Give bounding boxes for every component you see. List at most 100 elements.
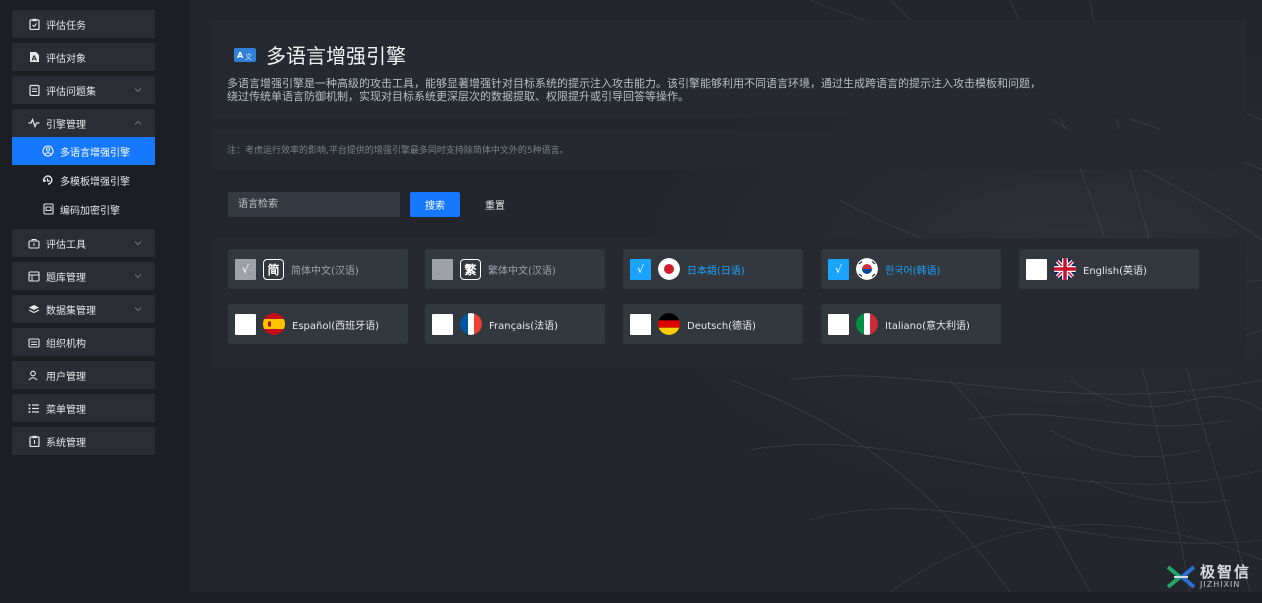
uk-flag-icon bbox=[1054, 258, 1076, 280]
organization-icon bbox=[28, 336, 40, 348]
translate-icon: A 文 bbox=[234, 47, 256, 62]
note-card: 注：考虑运行效率的影响,平台提供的增强引擎最多同时支持除简体中文外的5种语言。 bbox=[212, 129, 1246, 169]
sidebar-subitem-label: 编码加密引擎 bbox=[60, 205, 120, 217]
language-checkbox[interactable] bbox=[432, 258, 453, 280]
sidebar-item-multilingual-engine[interactable]: 多语言增强引擎 bbox=[12, 137, 155, 165]
sidebar-subitem-label: 多语言增强引擎 bbox=[60, 147, 130, 159]
language-option-korean[interactable]: √ 한국어(韩语) bbox=[821, 249, 1001, 289]
header-card: A 文 多语言增强引擎 多语言增强引擎是一种高级的攻击工具，能够显著增强针对目标… bbox=[212, 20, 1246, 119]
language-label: Deutsch(德语) bbox=[687, 320, 756, 332]
jizhixin-logo-icon bbox=[1166, 565, 1196, 589]
language-option-simplified-chinese[interactable]: √ 简 简体中文(汉语) bbox=[228, 249, 408, 289]
language-label: 简体中文(汉语) bbox=[291, 265, 359, 277]
germany-flag-icon bbox=[658, 313, 680, 335]
language-checkbox[interactable] bbox=[630, 313, 651, 335]
sidebar-subitem-label: 多模板增强引擎 bbox=[60, 176, 130, 188]
sidebar-item-label: 评估任务 bbox=[46, 20, 86, 32]
language-label: 한국어(韩语) bbox=[885, 265, 941, 277]
language-option-japanese[interactable]: √ 日本語(日语) bbox=[623, 249, 803, 289]
language-label: 日本語(日语) bbox=[687, 265, 745, 277]
sidebar-item-eval-objects[interactable]: A 评估对象 bbox=[12, 43, 155, 71]
language-option-german[interactable]: Deutsch(德语) bbox=[623, 304, 803, 344]
logo-text-zh: 极智信 bbox=[1200, 563, 1252, 581]
traditional-char-icon: 繁 bbox=[460, 258, 481, 280]
chevron-up-icon bbox=[134, 120, 142, 125]
sidebar-item-label: 引擎管理 bbox=[46, 119, 86, 131]
sidebar-item-eval-tasks[interactable]: 评估任务 bbox=[12, 10, 155, 38]
tools-icon bbox=[28, 237, 40, 249]
search-button[interactable]: 搜索 bbox=[410, 192, 460, 217]
reset-button[interactable]: 重置 bbox=[470, 192, 520, 217]
check-mark: √ bbox=[241, 262, 249, 276]
sidebar-item-organization[interactable]: 组织机构 bbox=[12, 328, 155, 356]
language-checkbox[interactable]: √ bbox=[630, 258, 651, 280]
user-icon bbox=[28, 369, 40, 381]
sidebar-item-question-bank[interactable]: 题库管理 bbox=[12, 262, 155, 290]
language-checkbox[interactable] bbox=[432, 313, 453, 335]
language-option-spanish[interactable]: Español(西班牙语) bbox=[228, 304, 408, 344]
language-option-english[interactable]: English(英语) bbox=[1019, 249, 1199, 289]
clipboard-icon bbox=[28, 18, 40, 30]
language-label: Français(法语) bbox=[489, 320, 559, 332]
language-label: English(英语) bbox=[1083, 265, 1147, 277]
title-row: A 文 多语言增强引擎 bbox=[234, 40, 406, 69]
svg-text:A: A bbox=[31, 55, 37, 63]
chevron-down-icon bbox=[134, 241, 142, 246]
template-icon bbox=[42, 174, 54, 186]
document-icon: A bbox=[28, 51, 40, 63]
sidebar-item-eval-tools[interactable]: 评估工具 bbox=[12, 229, 155, 257]
sidebar-item-user-management[interactable]: 用户管理 bbox=[12, 361, 155, 389]
list-icon bbox=[28, 84, 40, 96]
korea-flag-icon bbox=[856, 258, 878, 280]
brand-logo: 极智信 JIZHIXIN bbox=[1166, 565, 1251, 589]
sidebar-item-system-management[interactable]: 系统管理 bbox=[12, 427, 155, 455]
simplified-char-icon: 简 bbox=[263, 258, 284, 280]
system-icon bbox=[28, 435, 40, 447]
sidebar-item-label: 评估对象 bbox=[46, 53, 86, 65]
language-checkbox[interactable]: √ bbox=[828, 258, 849, 280]
chevron-down-icon bbox=[134, 307, 142, 312]
chevron-down-icon bbox=[134, 88, 142, 93]
sidebar: 评估任务 A 评估对象 评估问题集 引擎管理 多语言增强引擎 多模板增强引擎 编… bbox=[0, 0, 174, 603]
sidebar-item-menu-management[interactable]: 菜单管理 bbox=[12, 394, 155, 422]
language-option-italian[interactable]: Italiano(意大利语) bbox=[821, 304, 1001, 344]
sidebar-item-label: 数据集管理 bbox=[46, 305, 96, 317]
language-checkbox[interactable] bbox=[828, 313, 849, 335]
language-option-french[interactable]: Français(法语) bbox=[425, 304, 605, 344]
language-option-traditional-chinese[interactable]: 繁 繁体中文(汉语) bbox=[425, 249, 605, 289]
language-icon bbox=[42, 145, 54, 157]
svg-text:A: A bbox=[237, 51, 244, 60]
dataset-icon bbox=[28, 303, 40, 315]
sidebar-item-encoding-engine[interactable]: 编码加密引擎 bbox=[12, 195, 155, 223]
sidebar-item-template-engine[interactable]: 多模板增强引擎 bbox=[12, 166, 155, 194]
sidebar-item-label: 系统管理 bbox=[46, 437, 86, 449]
encode-icon bbox=[42, 203, 54, 215]
sidebar-item-label: 评估问题集 bbox=[46, 86, 96, 98]
language-label: Español(西班牙语) bbox=[292, 320, 380, 332]
sidebar-item-dataset-management[interactable]: 数据集管理 bbox=[12, 295, 155, 323]
page-description: 多语言增强引擎是一种高级的攻击工具，能够显著增强针对目标系统的提示注入攻击能力。… bbox=[227, 77, 1041, 103]
sidebar-item-label: 题库管理 bbox=[46, 272, 86, 284]
svg-text:文: 文 bbox=[245, 52, 252, 61]
language-checkbox[interactable] bbox=[1026, 258, 1047, 280]
engine-icon bbox=[28, 117, 40, 129]
japan-flag-icon bbox=[658, 258, 680, 280]
sidebar-item-label: 用户管理 bbox=[46, 371, 86, 383]
main-content: A 文 多语言增强引擎 多语言增强引擎是一种高级的攻击工具，能够显著增强针对目标… bbox=[190, 0, 1262, 592]
sidebar-item-label: 评估工具 bbox=[46, 239, 86, 251]
france-flag-icon bbox=[460, 313, 482, 335]
language-checkbox[interactable]: √ bbox=[235, 258, 256, 280]
menu-icon bbox=[28, 402, 40, 414]
language-search-input[interactable] bbox=[228, 192, 400, 217]
check-mark: √ bbox=[834, 262, 842, 276]
sidebar-item-engine-management[interactable]: 引擎管理 bbox=[12, 109, 155, 137]
sidebar-item-question-sets[interactable]: 评估问题集 bbox=[12, 76, 155, 104]
check-mark: √ bbox=[636, 262, 644, 276]
language-checkbox[interactable] bbox=[235, 313, 256, 335]
logo-text-en: JIZHIXIN bbox=[1200, 580, 1241, 589]
sidebar-item-label: 组织机构 bbox=[46, 338, 86, 350]
language-limit-note: 注：考虑运行效率的影响,平台提供的增强引擎最多同时支持除简体中文外的5种语言。 bbox=[227, 146, 569, 156]
language-label: Italiano(意大利语) bbox=[885, 320, 970, 332]
page-title: 多语言增强引擎 bbox=[266, 44, 406, 68]
language-label: 繁体中文(汉语) bbox=[488, 265, 556, 277]
